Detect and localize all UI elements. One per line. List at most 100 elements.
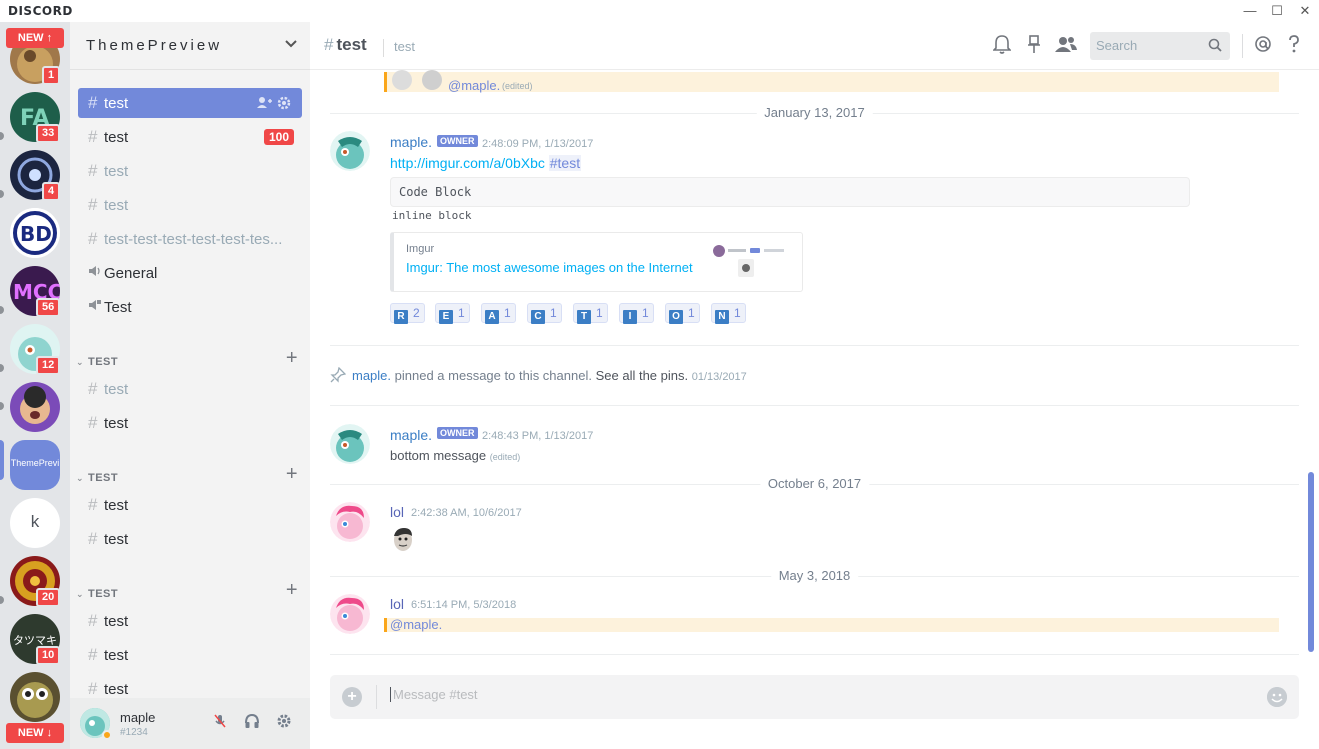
reaction-e[interactable]: E1 [435,303,470,324]
message-author[interactable]: lol [390,596,404,612]
chevron-down-icon[interactable] [284,36,298,53]
channel-name: test [104,163,129,180]
reaction-avatar [392,70,412,90]
message-author[interactable]: maple. [390,134,432,150]
channel-item-test-locked[interactable]: # test [78,524,302,554]
system-author[interactable]: maple. [352,368,391,383]
voice-channel-test[interactable]: Test [78,292,302,322]
channel-name: test [104,95,129,112]
category-test[interactable]: ⌄ TEST + [76,580,304,603]
message-author[interactable]: lol [390,504,404,520]
mention-highlight [384,618,1279,632]
locked-hash-icon: # [88,413,98,432]
message-link[interactable]: http://imgur.com/a/0bXbc [390,155,545,171]
headphones-icon[interactable] [244,713,260,733]
speaker-lock-icon [88,292,104,322]
message-separator [330,345,1299,346]
guild-unread-dot [0,402,4,410]
emoji-picker-icon[interactable] [1267,687,1287,707]
message-author[interactable]: maple. [390,427,432,443]
channel-item-test-locked[interactable]: # test [78,490,302,520]
discord-logo: DISCORD [8,4,73,18]
embed-title[interactable]: Imgur: The most awesome images on the In… [406,260,693,275]
message-timestamp: 2:48:09 PM, 1/13/2017 [482,138,594,150]
embed-thumbnail[interactable] [712,241,792,281]
guild-icon[interactable]: BD [10,208,60,258]
help-icon[interactable] [1287,34,1301,59]
guild-mention-badge: 1 [42,66,61,85]
guild-icon[interactable] [10,672,60,722]
avatar[interactable] [330,502,370,542]
add-channel-icon[interactable]: + [286,348,298,368]
search-input[interactable]: Search [1090,32,1230,60]
hash-icon: # [324,35,334,54]
category-test[interactable]: ⌄ TEST + [76,348,304,371]
channel-name: General [104,265,158,282]
upload-plus-icon[interactable]: + [342,687,362,707]
guild-list: 1 NEW ↑ FA 33 4 BD MCC 56 12 ThemePrevi … [0,22,70,749]
maximize-button[interactable]: ☐ [1262,0,1292,22]
speaker-icon [88,258,104,288]
channel-item-test[interactable]: # test [78,156,302,186]
channel-item-test[interactable]: # test [78,190,302,220]
user-mention[interactable]: @maple. [390,617,442,632]
channel-item-test-active[interactable]: # test [78,88,302,118]
channel-item-test[interactable]: # test [78,606,302,636]
guild-mention-badge: 20 [36,588,61,607]
new-unreads-down-pill[interactable]: NEW ↓ [6,723,64,743]
message-input[interactable]: Message #test [390,687,478,702]
reaction-avatar [422,70,442,90]
avatar[interactable] [330,594,370,634]
member-list-icon[interactable] [1054,34,1078,59]
reaction-t[interactable]: T1 [573,303,608,324]
mute-microphone-icon[interactable] [212,713,228,733]
chevron-down-icon: ⌄ [76,357,85,367]
at-mention-icon[interactable] [1254,34,1272,59]
gear-icon[interactable] [276,713,292,733]
channel-name: Test [104,299,132,316]
channel-item-test-locked[interactable]: # test [78,374,302,404]
channel-item-test[interactable]: # test [78,640,302,670]
new-unreads-up-pill[interactable]: NEW ↑ [6,28,64,48]
locked-hash-icon: # [88,379,98,398]
reaction-n[interactable]: N1 [711,303,746,324]
reaction-o[interactable]: O1 [665,303,700,324]
channel-action-icons[interactable] [254,88,294,118]
channel-item-test[interactable]: # test 100 [78,122,302,152]
voice-channel-general[interactable]: General [78,258,302,288]
user-mention[interactable]: @maple. [448,78,500,93]
guild-icon-themepreview[interactable]: ThemePrevi [10,440,60,490]
bell-icon[interactable] [992,34,1012,59]
channel-item-long[interactable]: # test-test-test-test-test-tes... [78,224,302,254]
server-header[interactable]: ThemePreview [70,22,310,70]
add-channel-icon[interactable]: + [286,464,298,484]
pin-icon[interactable] [1027,34,1041,59]
reaction-c[interactable]: C1 [527,303,562,324]
reaction-r[interactable]: R2 [390,303,425,324]
title-bar: DISCORD — ☐ ✕ [0,0,1319,22]
close-button[interactable]: ✕ [1290,0,1319,22]
search-placeholder: Search [1096,38,1138,53]
chat-scrollbar[interactable] [1308,472,1314,652]
svg-text:BD: BD [20,222,52,246]
guild-mention-badge: 12 [36,356,61,375]
minimize-button[interactable]: — [1235,0,1265,22]
reaction-i[interactable]: I1 [619,303,654,324]
owner-badge: OWNER [437,135,478,147]
channel-mention[interactable]: #test [548,155,582,171]
inline-code: inline block [392,209,472,222]
message-content: bottom message (edited) [390,448,520,463]
guild-unread-dot [0,132,4,140]
guild-icon[interactable]: k [10,498,60,548]
add-channel-icon[interactable]: + [286,580,298,600]
avatar[interactable] [330,131,370,171]
avatar[interactable] [330,424,370,464]
pin-icon [330,366,347,386]
category-test[interactable]: ⌄ TEST + [76,464,304,487]
hash-icon: # [88,611,98,630]
system-message: maple. pinned a message to this channel.… [352,368,747,383]
guild-icon[interactable] [10,382,60,432]
channel-item-test-locked[interactable]: # test [78,408,302,438]
reaction-a[interactable]: A1 [481,303,516,324]
see-pins-link[interactable]: See all the pins. [596,368,689,383]
